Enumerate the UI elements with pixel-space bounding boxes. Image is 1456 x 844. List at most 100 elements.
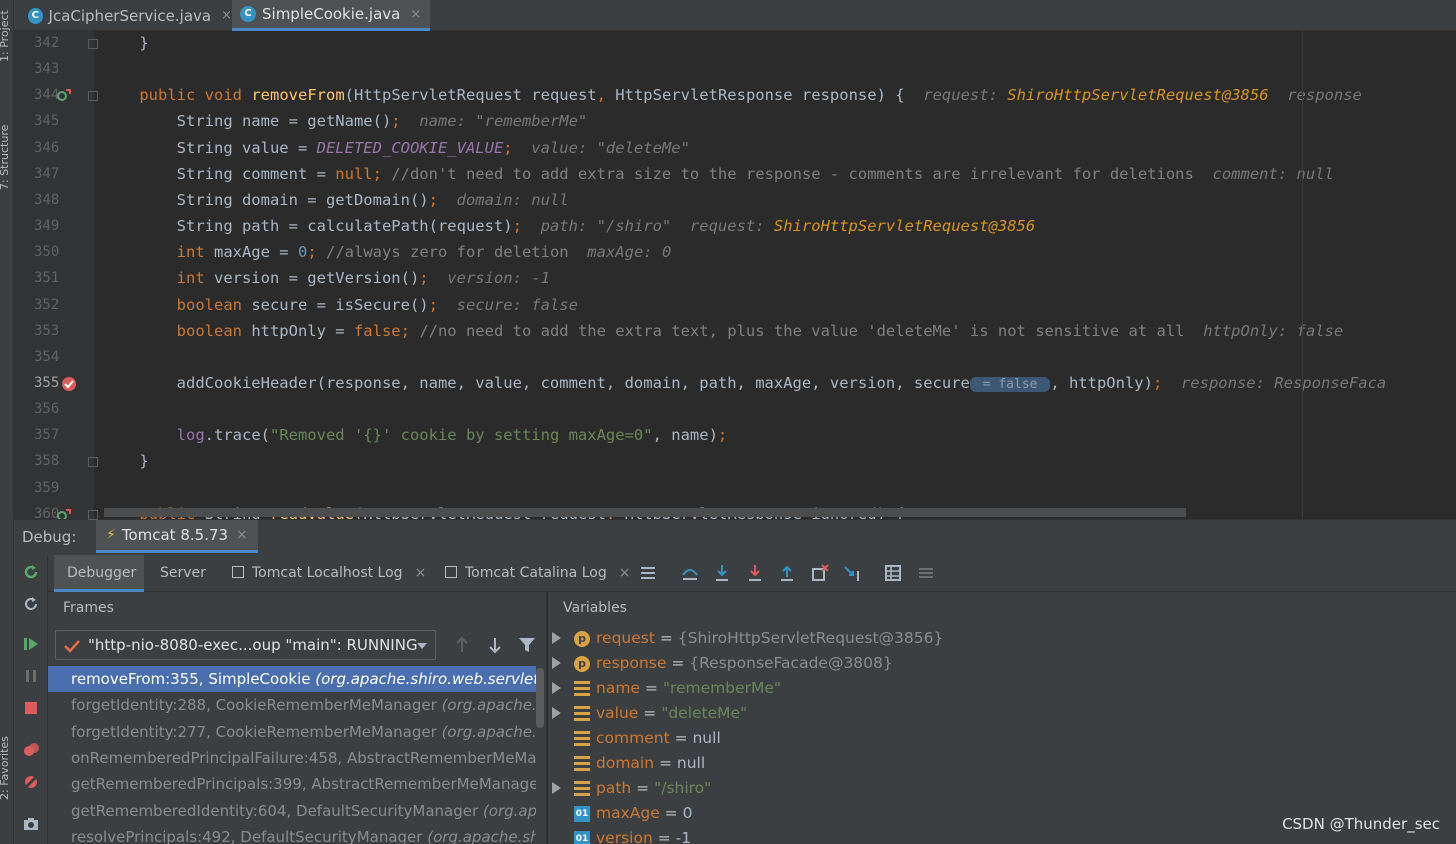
horizontal-scrollbar[interactable] xyxy=(104,508,1186,517)
code-line[interactable]: } xyxy=(102,31,148,56)
force-step-into-icon[interactable] xyxy=(745,563,765,583)
restart-icon[interactable] xyxy=(22,595,40,613)
drop-frame-icon[interactable] xyxy=(810,563,830,583)
debug-session-tab[interactable]: ⚡ Tomcat 8.5.73 × xyxy=(96,520,258,553)
expand-arrow-icon[interactable] xyxy=(552,782,561,794)
close-tab-icon[interactable]: × xyxy=(415,565,427,581)
line-number[interactable]: 342 xyxy=(34,35,59,51)
stack-frame[interactable]: removeFrom:355, SimpleCookie (org.apache… xyxy=(48,666,536,692)
rerun-icon[interactable] xyxy=(22,563,40,581)
filter-icon[interactable] xyxy=(518,637,536,653)
line-number[interactable]: 357 xyxy=(34,427,59,443)
stop-icon[interactable] xyxy=(22,699,40,717)
camera-icon[interactable] xyxy=(22,815,40,833)
fold-marker-icon[interactable] xyxy=(88,509,98,520)
variable-row[interactable]: path = "/shiro" xyxy=(548,776,1448,801)
tab-debugger[interactable]: Debugger xyxy=(54,555,144,592)
code-line[interactable]: log.trace("Removed '{}' cookie by settin… xyxy=(102,422,728,448)
tab-localhost-log[interactable]: Tomcat Localhost Log × xyxy=(232,555,426,592)
variable-row[interactable]: value = "deleteMe" xyxy=(548,701,1448,726)
line-number[interactable]: 355 xyxy=(34,375,59,391)
mute-breakpoints-icon[interactable] xyxy=(22,773,40,791)
resume-icon[interactable] xyxy=(22,635,40,653)
line-number[interactable]: 353 xyxy=(34,323,59,339)
stack-frame[interactable]: forgetIdentity:288, CookieRememberMeMana… xyxy=(48,692,536,718)
variable-row[interactable]: p response = {ResponseFacade@3808} xyxy=(548,651,1448,676)
line-number[interactable]: 346 xyxy=(34,140,59,156)
arrow-up-icon[interactable] xyxy=(454,636,470,654)
editor-gutter[interactable]: 342 343 344 345 346 347 348 349 350 351 352 353 354 3… xyxy=(14,31,94,522)
stack-frame[interactable]: getRememberedIdentity:604, DefaultSecuri… xyxy=(48,798,536,824)
fold-marker-icon[interactable] xyxy=(88,91,98,102)
close-tab-icon[interactable]: × xyxy=(221,8,232,23)
code-line[interactable]: String comment = null; //don't need to a… xyxy=(102,161,1334,187)
expand-arrow-icon[interactable] xyxy=(552,682,561,694)
code-line[interactable]: int version = getVersion(); version: -1 xyxy=(102,265,550,291)
line-number[interactable]: 356 xyxy=(34,401,59,417)
tab-label: Tomcat Localhost Log xyxy=(252,565,403,581)
tab-server[interactable]: Server xyxy=(160,555,206,592)
line-number[interactable]: 345 xyxy=(34,113,59,129)
override-marker-icon[interactable] xyxy=(56,88,72,104)
code-line[interactable]: int maxAge = 0; //always zero for deleti… xyxy=(102,239,672,265)
line-number[interactable]: 358 xyxy=(34,453,59,469)
line-number[interactable]: 359 xyxy=(34,480,59,496)
variable-row[interactable]: domain = null xyxy=(548,751,1448,776)
stack-frame[interactable]: resolvePrincipals:492, DefaultSecurityMa… xyxy=(48,824,536,844)
expand-arrow-icon[interactable] xyxy=(552,632,561,644)
run-to-cursor-icon[interactable] xyxy=(843,563,863,583)
project-tool-button[interactable]: 1: Project xyxy=(0,10,11,62)
close-tab-icon[interactable]: × xyxy=(410,7,421,22)
stack-frame[interactable]: forgetIdentity:277, CookieRememberMeMana… xyxy=(48,719,536,745)
view-breakpoints-icon[interactable] xyxy=(22,741,40,759)
fold-marker-icon[interactable] xyxy=(88,457,98,468)
stack-frame[interactable]: onRememberedPrincipalFailure:458, Abstra… xyxy=(48,745,536,771)
code-line[interactable]: String domain = getDomain(); domain: nul… xyxy=(102,187,569,213)
tab-catalina-log[interactable]: Tomcat Catalina Log × xyxy=(445,555,630,592)
code-line[interactable]: public void removeFrom(HttpServletReques… xyxy=(102,82,1362,108)
code-token: ; xyxy=(512,217,541,236)
arrow-down-icon[interactable] xyxy=(487,636,503,654)
trace-icon[interactable] xyxy=(916,563,936,583)
line-number[interactable]: 351 xyxy=(34,270,59,286)
expand-arrow-icon[interactable] xyxy=(552,707,561,719)
code-line[interactable]: boolean secure = isSecure(); secure: fal… xyxy=(102,292,578,318)
evaluate-expression-icon[interactable] xyxy=(883,563,903,583)
step-into-icon[interactable] xyxy=(712,563,732,583)
line-number[interactable]: 348 xyxy=(34,192,59,208)
line-number[interactable]: 343 xyxy=(34,61,59,77)
code-editor[interactable]: } public void removeFrom(HttpServletRequ… xyxy=(94,31,1456,519)
variable-row[interactable]: p request = {ShiroHttpServletRequest@3856… xyxy=(548,626,1448,651)
structure-tool-button[interactable]: 7: Structure xyxy=(0,125,11,190)
line-number[interactable]: 352 xyxy=(34,297,59,313)
tab-jcacipherservice[interactable]: C JcaCipherService.java × xyxy=(24,0,232,31)
step-out-icon[interactable] xyxy=(777,563,797,583)
tab-simplecookie[interactable]: C SimpleCookie.java × xyxy=(232,0,430,31)
stack-frame[interactable]: getRememberedPrincipals:399, AbstractRem… xyxy=(48,771,536,797)
variable-row[interactable]: comment = null xyxy=(548,726,1448,751)
code-token: "Removed '{}' cookie by setting maxAge=0… xyxy=(269,426,653,445)
variable-row[interactable]: name = "rememberMe" xyxy=(548,676,1448,701)
expand-arrow-icon[interactable] xyxy=(552,657,561,669)
code-line[interactable]: boolean httpOnly = false; //no need to a… xyxy=(102,318,1344,344)
menu-icon[interactable] xyxy=(638,563,658,583)
line-number[interactable]: 347 xyxy=(34,166,59,182)
thread-selector[interactable]: "http-nio-8080-exec...oup "main": RUNNIN… xyxy=(55,630,436,660)
close-session-icon[interactable]: × xyxy=(236,527,248,543)
line-number[interactable]: 350 xyxy=(34,244,59,260)
frames-scrollbar[interactable] xyxy=(536,668,544,728)
pause-icon[interactable] xyxy=(22,667,40,685)
line-number[interactable]: 349 xyxy=(34,218,59,234)
fold-marker-icon[interactable] xyxy=(88,39,98,49)
code-line[interactable]: String name = getName(); name: "remember… xyxy=(102,108,588,134)
breakpoint-icon[interactable] xyxy=(61,376,77,392)
code-line[interactable]: String value = DELETED_COOKIE_VALUE; val… xyxy=(102,135,690,161)
favorites-tool-button[interactable]: 2: Favorites xyxy=(0,736,11,800)
variable-text: comment = null xyxy=(596,726,721,751)
step-over-icon[interactable] xyxy=(680,563,700,583)
code-line[interactable]: addCookieHeader(response, name, value, c… xyxy=(102,370,1386,396)
code-line[interactable]: } xyxy=(102,448,148,474)
close-tab-icon[interactable]: × xyxy=(619,565,631,581)
code-line[interactable]: String path = calculatePath(request); pa… xyxy=(102,213,1036,239)
line-number[interactable]: 354 xyxy=(34,349,59,365)
